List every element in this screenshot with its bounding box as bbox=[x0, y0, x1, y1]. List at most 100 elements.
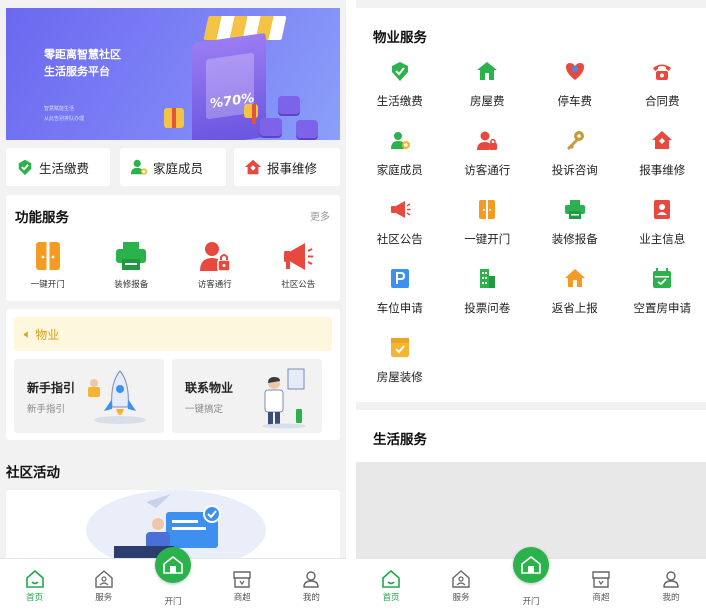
coin-graphic bbox=[278, 96, 300, 114]
service-house-icon bbox=[452, 570, 470, 588]
tab-open-door[interactable]: 开门 bbox=[496, 547, 566, 610]
tab-shop[interactable]: 商超 bbox=[208, 559, 277, 610]
section-title: 物业服务 bbox=[373, 30, 427, 46]
coin-graphic bbox=[296, 120, 318, 138]
function-item-visitor[interactable]: 访客通行 bbox=[173, 239, 257, 290]
tab-label: 首页 bbox=[382, 593, 400, 603]
person-add-icon bbox=[130, 159, 148, 175]
life-services-content bbox=[356, 462, 706, 558]
service-item[interactable]: 家庭成员 bbox=[356, 127, 444, 185]
function-item-notice[interactable]: 社区公告 bbox=[257, 239, 341, 290]
tab-home[interactable]: 首页 bbox=[356, 559, 426, 610]
service-item-label: 社区公告 bbox=[376, 232, 423, 246]
service-item[interactable]: 返省上报 bbox=[531, 265, 619, 323]
property-services-grid: 生活缴费 房屋费 停车费 合同费家庭成员 访客通行 投诉咨询 报事维修社区公告 一键开门 装修报… bbox=[356, 58, 706, 392]
service-item[interactable]: 车位申请 bbox=[356, 265, 444, 323]
service-item[interactable]: 一键开门 bbox=[444, 196, 532, 254]
property-notice[interactable]: 🔈︎ 物业 bbox=[14, 317, 332, 351]
tab-label: 首页 bbox=[26, 593, 44, 603]
guide-title: 新手指引 bbox=[27, 381, 76, 395]
service-item-label: 停车费 bbox=[557, 94, 593, 108]
service-item[interactable]: 社区公告 bbox=[356, 196, 444, 254]
service-item-label: 房屋费 bbox=[470, 94, 505, 108]
function-item-renovation[interactable]: 装修报备 bbox=[90, 239, 174, 290]
quick-pay-button[interactable]: 生活缴费 bbox=[6, 148, 110, 186]
tab-label: 我的 bbox=[302, 593, 320, 603]
property-card: 🔈︎ 物业 新手指引 新手指引 联系物业 一键搞定 bbox=[6, 309, 340, 440]
function-item-door[interactable]: 一键开门 bbox=[6, 239, 90, 290]
banner-title: 零距离智慧社区 生活服务平台 bbox=[44, 46, 121, 80]
shop-icon bbox=[233, 571, 251, 588]
tab-home[interactable]: 首页 bbox=[0, 559, 69, 610]
section-title: 功能服务 bbox=[15, 210, 69, 226]
tab-label: 商超 bbox=[592, 593, 610, 603]
service-item[interactable]: 合同费 bbox=[619, 58, 706, 116]
banner-subtitle: 智慧赋能生活 从此告别排队办理 bbox=[44, 104, 84, 124]
section-title: 生活服务 bbox=[373, 432, 427, 448]
home-screen: %70% 零距离智慧社区 生活服务平台 智慧赋能生活 从此告别排队办理 生活缴费 bbox=[0, 0, 346, 610]
service-item-label: 车位申请 bbox=[376, 301, 423, 315]
key-icon bbox=[566, 131, 584, 150]
service-item-label: 访客通行 bbox=[464, 163, 511, 177]
newbie-guide-card[interactable]: 新手指引 新手指引 bbox=[14, 359, 164, 433]
id-card-icon bbox=[654, 200, 671, 219]
function-services-card: 功能服务 更多 一键开门 装修报备 访客通行 社区公告 bbox=[6, 195, 340, 301]
open-door-center-button[interactable] bbox=[513, 547, 549, 583]
printer-icon bbox=[116, 242, 147, 270]
quick-repair-button[interactable]: 报事维修 bbox=[234, 148, 340, 186]
profile-icon bbox=[663, 571, 679, 588]
service-item[interactable]: 生活缴费 bbox=[356, 58, 444, 116]
service-item[interactable]: 房屋费 bbox=[444, 58, 532, 116]
service-item-label: 投诉咨询 bbox=[551, 163, 598, 177]
service-item[interactable]: 房屋装修 bbox=[356, 334, 444, 392]
service-item[interactable]: 业主信息 bbox=[619, 196, 706, 254]
house-repair-icon bbox=[244, 159, 262, 175]
service-item-label: 报事维修 bbox=[639, 163, 686, 177]
more-link[interactable]: 更多 bbox=[310, 208, 330, 223]
service-item[interactable]: 停车费 bbox=[531, 58, 619, 116]
box-check-icon bbox=[390, 338, 409, 357]
service-item-label: 空置房申请 bbox=[633, 301, 692, 315]
profile-icon bbox=[303, 571, 320, 588]
tab-label: 我的 bbox=[662, 593, 680, 603]
quick-family-label: 家庭成员 bbox=[153, 160, 204, 176]
service-item[interactable]: 报事维修 bbox=[619, 127, 706, 185]
service-item[interactable]: 访客通行 bbox=[444, 127, 532, 185]
service-item-label: 合同费 bbox=[645, 94, 680, 108]
tab-profile[interactable]: 我的 bbox=[277, 559, 346, 610]
function-label: 装修报备 bbox=[114, 280, 149, 290]
service-item-label: 返省上报 bbox=[551, 301, 598, 315]
rocket-illustration bbox=[88, 370, 146, 424]
tab-profile[interactable]: 我的 bbox=[636, 559, 706, 610]
service-item[interactable]: 投诉咨询 bbox=[531, 127, 619, 185]
contact-property-card[interactable]: 联系物业 一键搞定 bbox=[172, 359, 322, 433]
check-shield-icon bbox=[18, 159, 32, 176]
promo-banner[interactable]: %70% 零距离智慧社区 生活服务平台 智慧赋能生活 从此告别排队办理 bbox=[6, 8, 340, 140]
tab-service[interactable]: 服务 bbox=[426, 559, 496, 610]
tab-label: 商超 bbox=[233, 593, 251, 603]
gift-graphic bbox=[164, 108, 184, 128]
open-door-center-button[interactable] bbox=[155, 547, 191, 583]
banner-title-line1: 零距离智慧社区 bbox=[44, 48, 121, 61]
service-item-label: 生活缴费 bbox=[376, 94, 423, 108]
service-item-label: 装修报备 bbox=[551, 232, 598, 246]
tab-service[interactable]: 服务 bbox=[69, 559, 138, 610]
quick-family-button[interactable]: 家庭成员 bbox=[120, 148, 226, 186]
property-services-panel: 物业服务 生活缴费 房屋费 停车费 合同费家庭成员 访客通行 投诉咨询 报事维修社区公告 一键… bbox=[356, 8, 706, 402]
coin-graphic bbox=[260, 118, 282, 136]
door-icon bbox=[35, 242, 60, 270]
contact-subtitle: 一键搞定 bbox=[185, 404, 224, 415]
service-item[interactable]: 空置房申请 bbox=[619, 265, 706, 323]
bottom-tab-bar: 首页 服务 开门 商超 我的 bbox=[356, 547, 706, 610]
service-item-label: 业主信息 bbox=[639, 232, 686, 246]
banner-title-line2: 生活服务平台 bbox=[44, 65, 110, 78]
house-icon bbox=[477, 62, 498, 80]
service-item[interactable]: 装修报备 bbox=[531, 196, 619, 254]
megaphone-icon bbox=[390, 201, 411, 218]
notice-label: 物业 bbox=[35, 327, 60, 342]
service-item-label: 投票问卷 bbox=[464, 301, 511, 315]
building-icon bbox=[480, 269, 496, 288]
service-item[interactable]: 投票问卷 bbox=[444, 265, 532, 323]
tab-open-door[interactable]: 开门 bbox=[138, 547, 207, 610]
tab-shop[interactable]: 商超 bbox=[566, 559, 636, 610]
